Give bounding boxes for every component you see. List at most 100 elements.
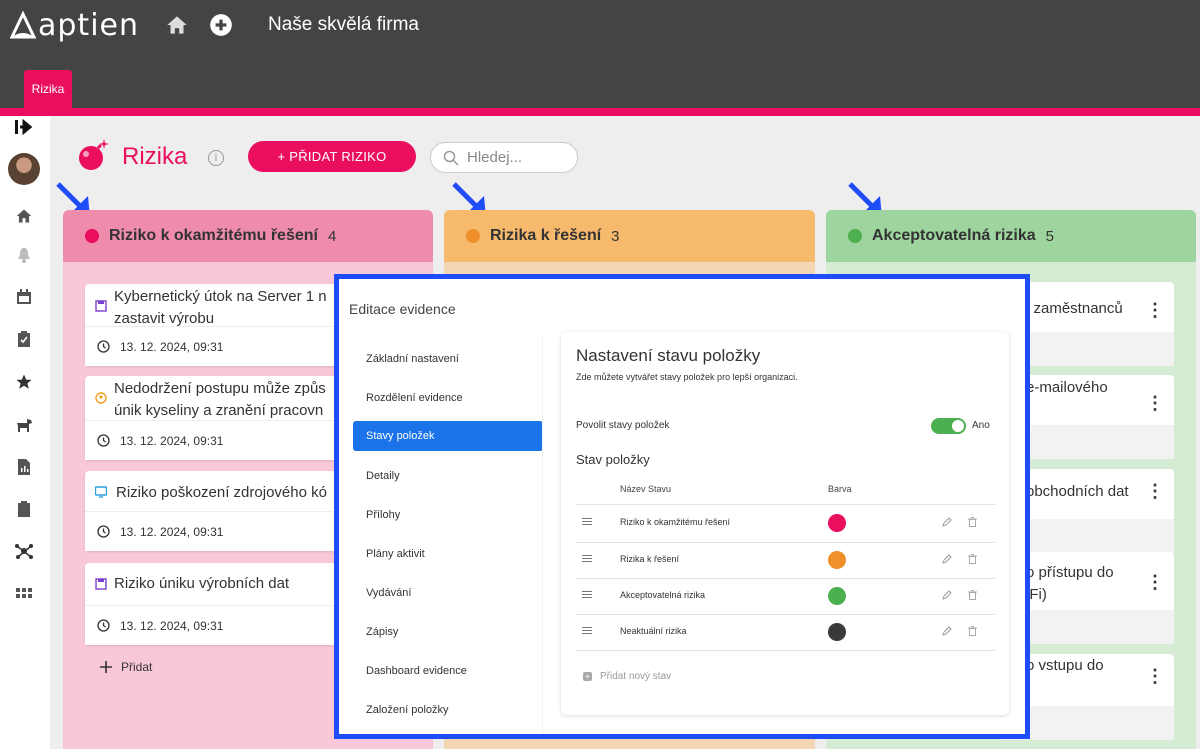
card-title: o vstupu do	[1026, 657, 1104, 674]
card-footer: 13. 12. 2024, 09:31	[85, 605, 365, 645]
timer-icon	[97, 340, 110, 353]
risk-card[interactable]: Riziko poškození zdrojového kó 13. 12. 2…	[85, 471, 365, 551]
nav-basic-settings[interactable]: Základní nastavení	[353, 339, 543, 378]
card-title: e-mailového	[1026, 379, 1108, 396]
apps-grid-icon[interactable]	[13, 582, 35, 604]
dialog-title: Editace evidence	[349, 301, 456, 317]
col-header-color: Barva	[828, 484, 852, 494]
risk-card[interactable]: Riziko úniku výrobních dat 13. 12. 2024,…	[85, 563, 365, 645]
plus-square-icon: +	[583, 672, 592, 681]
nav-issuing[interactable]: Vydávání	[353, 573, 543, 612]
nav-attachments[interactable]: Přílohy	[353, 495, 543, 534]
edit-evidence-dialog: Editace evidence Základní nastavení Rozd…	[334, 274, 1030, 739]
state-row: Riziko k okamžitému řešení	[576, 505, 995, 541]
status-dot	[848, 229, 862, 243]
column-count: 4	[327, 227, 337, 245]
state-row: Rizika k řešení	[576, 542, 995, 578]
nav-item-creation[interactable]: Založení položky	[353, 690, 543, 729]
clipboard-icon[interactable]	[13, 498, 35, 520]
enable-states-toggle[interactable]	[931, 418, 966, 434]
search-icon	[443, 150, 459, 166]
risk-card[interactable]: Nedodržení postupu může způs únik kyselin…	[85, 376, 365, 460]
column-title: Rizika k řešení	[490, 227, 602, 244]
left-sidebar	[0, 116, 50, 749]
dog-icon[interactable]	[13, 414, 35, 436]
collapse-arrow-icon[interactable]	[13, 116, 35, 138]
trash-icon[interactable]	[968, 554, 977, 564]
nav-dashboard[interactable]: Dashboard evidence	[353, 651, 543, 690]
status-dot	[85, 229, 99, 243]
drag-handle-icon[interactable]	[582, 627, 592, 636]
state-color-swatch[interactable]	[828, 623, 846, 641]
dialog-nav: Základní nastavení Rozdělení evidence St…	[353, 339, 543, 729]
calendar-icon[interactable]	[13, 286, 35, 308]
panel-heading: Nastavení stavu položky	[576, 346, 761, 365]
edit-pencil-icon[interactable]	[942, 517, 952, 527]
nav-details[interactable]: Detaily	[353, 456, 543, 495]
bell-icon[interactable]	[13, 244, 35, 266]
card-footer: 13. 12. 2024, 09:31	[85, 326, 365, 366]
card-date: 13. 12. 2024, 09:31	[120, 339, 224, 354]
nav-notes[interactable]: Zápisy	[353, 612, 543, 651]
add-risk-button[interactable]: + PŘIDAT RIZIKO	[248, 141, 416, 172]
drag-handle-icon[interactable]	[582, 555, 592, 564]
page-title: Rizika	[122, 143, 188, 170]
star-icon[interactable]	[13, 371, 35, 393]
column-header: Rizika k řešení 3	[444, 210, 815, 262]
trash-icon[interactable]	[968, 517, 977, 527]
network-icon[interactable]	[13, 540, 35, 562]
more-menu-icon[interactable]: ⋮	[1146, 300, 1164, 321]
report-icon[interactable]	[13, 456, 35, 478]
nav-activity-plans[interactable]: Plány aktivit	[353, 534, 543, 573]
card-footer: 13. 12. 2024, 09:31	[85, 511, 365, 551]
edit-pencil-icon[interactable]	[942, 554, 952, 564]
top-bar: aptien Naše skvělá firma Rizika	[0, 0, 1200, 108]
info-icon[interactable]: i	[208, 150, 224, 166]
trash-icon[interactable]	[968, 626, 977, 636]
state-color-swatch[interactable]	[828, 551, 846, 569]
edit-pencil-icon[interactable]	[942, 590, 952, 600]
column-title: Riziko k okamžitému řešení	[109, 227, 318, 244]
plus-circle-icon[interactable]	[208, 12, 234, 38]
more-menu-icon[interactable]: ⋮	[1146, 393, 1164, 414]
tab-rizika[interactable]: Rizika	[24, 70, 72, 108]
add-card-button[interactable]: Přidat	[100, 660, 152, 674]
card-title: Riziko poškození zdrojového kó	[116, 484, 327, 501]
nav-item-states[interactable]: Stavy položek	[353, 421, 543, 451]
state-color-swatch[interactable]	[828, 587, 846, 605]
dialog-content: Editace evidence Základní nastavení Rozd…	[339, 279, 1025, 734]
divider	[542, 337, 543, 734]
card-title: o přístupu do iFi)	[1026, 564, 1114, 603]
state-name: Rizika k řešení	[620, 554, 680, 564]
plus-icon	[100, 661, 112, 673]
add-state-button[interactable]: + Přidat nový stav	[583, 671, 671, 682]
avatar[interactable]	[8, 153, 40, 185]
search-input[interactable]: Hledej...	[430, 142, 578, 173]
trash-icon[interactable]	[968, 590, 977, 600]
more-menu-icon[interactable]: ⋮	[1146, 666, 1164, 687]
state-name: Riziko k okamžitému řešení	[620, 517, 731, 527]
more-menu-icon[interactable]: ⋮	[1146, 481, 1164, 502]
edit-pencil-icon[interactable]	[942, 626, 952, 636]
state-color-swatch[interactable]	[828, 514, 846, 532]
accent-line	[0, 108, 1200, 116]
card-date: 13. 12. 2024, 09:31	[120, 524, 224, 539]
search-placeholder: Hledej...	[467, 149, 523, 166]
state-settings-panel: Nastavení stavu položky Zde můžete vytvá…	[561, 332, 1009, 715]
company-name[interactable]: Naše skvělá firma	[268, 14, 419, 36]
timer-icon	[97, 434, 110, 447]
drag-handle-icon[interactable]	[582, 518, 592, 527]
clipboard-check-icon[interactable]	[13, 328, 35, 350]
drag-handle-icon[interactable]	[582, 591, 592, 600]
more-menu-icon[interactable]: ⋮	[1146, 572, 1164, 593]
section-title: Stav položky	[576, 452, 650, 467]
nav-evidence-split[interactable]: Rozdělení evidence	[353, 378, 543, 417]
aptien-logo[interactable]: aptien	[10, 8, 139, 43]
risk-card[interactable]: Kybernetický útok na Server 1 n zastavit …	[85, 284, 365, 366]
column-header: Akceptovatelná rizika 5	[826, 210, 1196, 262]
col-header-name: Název Stavu	[620, 484, 672, 494]
card-title: Riziko úniku výrobních dat	[114, 575, 290, 592]
status-dot	[466, 229, 480, 243]
home-icon[interactable]	[13, 205, 35, 227]
home-icon[interactable]	[164, 12, 190, 38]
